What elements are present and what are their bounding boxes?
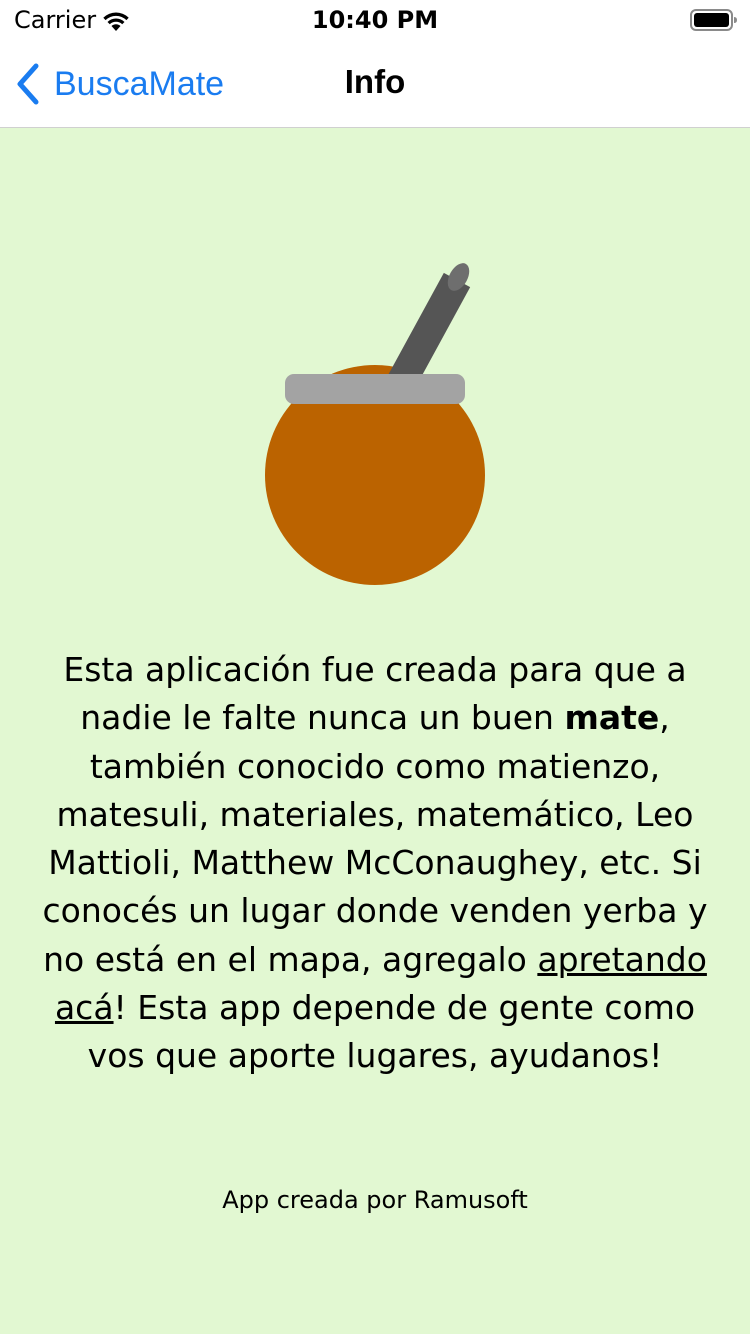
info-description: Esta aplicación fue creada para que a na… (40, 646, 710, 1081)
top-area: Carrier 10:40 PM BuscaMate Info (0, 0, 750, 128)
battery-icon (690, 9, 737, 31)
status-bar: Carrier 10:40 PM (0, 0, 750, 40)
description-text-2: , también conocido como matienzo, matesu… (42, 698, 708, 979)
navigation-bar: BuscaMate Info (0, 40, 750, 128)
mate-gourd-icon (265, 263, 485, 585)
mate-keyword: mate (564, 698, 660, 738)
credits-label: App creada por Ramusoft (222, 1186, 528, 1214)
description-text-3: ! Esta app depende de gente como vos que… (87, 988, 696, 1076)
page-title: Info (344, 63, 406, 100)
clock: 10:40 PM (311, 6, 439, 34)
